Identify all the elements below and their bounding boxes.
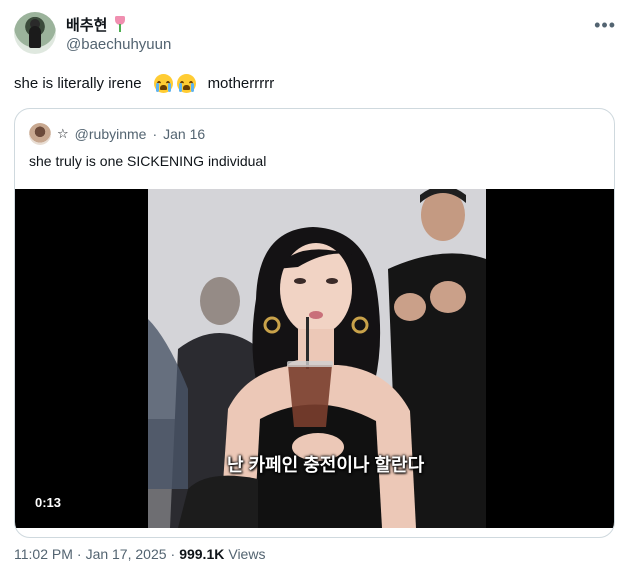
video-duration: 0:13: [35, 495, 62, 510]
tweet-text-tail: motherrrrr: [207, 75, 275, 92]
author-display-name[interactable]: 배추현: [66, 14, 107, 35]
video-frame: [148, 189, 486, 528]
tulip-icon: [113, 16, 127, 32]
author-avatar[interactable]: [14, 12, 56, 54]
quoted-tweet[interactable]: ☆ @rubyinme · Jan 16 she truly is one SI…: [14, 108, 615, 538]
quoted-date[interactable]: Jan 16: [163, 126, 205, 142]
tweet-date[interactable]: Jan 17, 2025: [86, 546, 167, 562]
author-handle[interactable]: @baechuhyuun: [66, 36, 171, 53]
tweet-time[interactable]: 11:02 PM: [14, 546, 73, 562]
quoted-author-avatar[interactable]: [29, 123, 51, 145]
more-options-icon[interactable]: •••: [594, 16, 616, 34]
separator-dot: ·: [76, 546, 82, 562]
video-still-image: [148, 189, 486, 528]
views-label: Views: [228, 546, 266, 562]
star-icon: ☆: [57, 126, 69, 141]
views-count: 999.1K: [179, 546, 225, 562]
loudly-crying-face-icon: [176, 74, 196, 93]
tweet-header: 배추현 @baechuhyuun •••: [14, 12, 616, 56]
tweet-text-main: she is literally irene: [14, 75, 142, 92]
quoted-tweet-text: she truly is one SICKENING individual: [29, 153, 267, 169]
separator-dot: ·: [152, 126, 158, 142]
author-name-row: 배추현: [66, 14, 127, 34]
video-player[interactable]: 난 카페인 충전이나 할란다 0:13: [15, 189, 614, 528]
tweet-meta: 11:02 PM · Jan 17, 2025 · 999.1K Views: [14, 546, 265, 562]
tweet-text: she is literally irene motherrrrr: [14, 74, 274, 93]
separator-dot: ·: [170, 546, 176, 562]
loudly-crying-face-icon: [153, 74, 173, 93]
video-subtitle: 난 카페인 충전이나 할란다: [227, 455, 425, 475]
quoted-author-handle[interactable]: @rubyinme: [75, 126, 147, 142]
quoted-tweet-header: ☆ @rubyinme · Jan 16: [29, 123, 205, 145]
